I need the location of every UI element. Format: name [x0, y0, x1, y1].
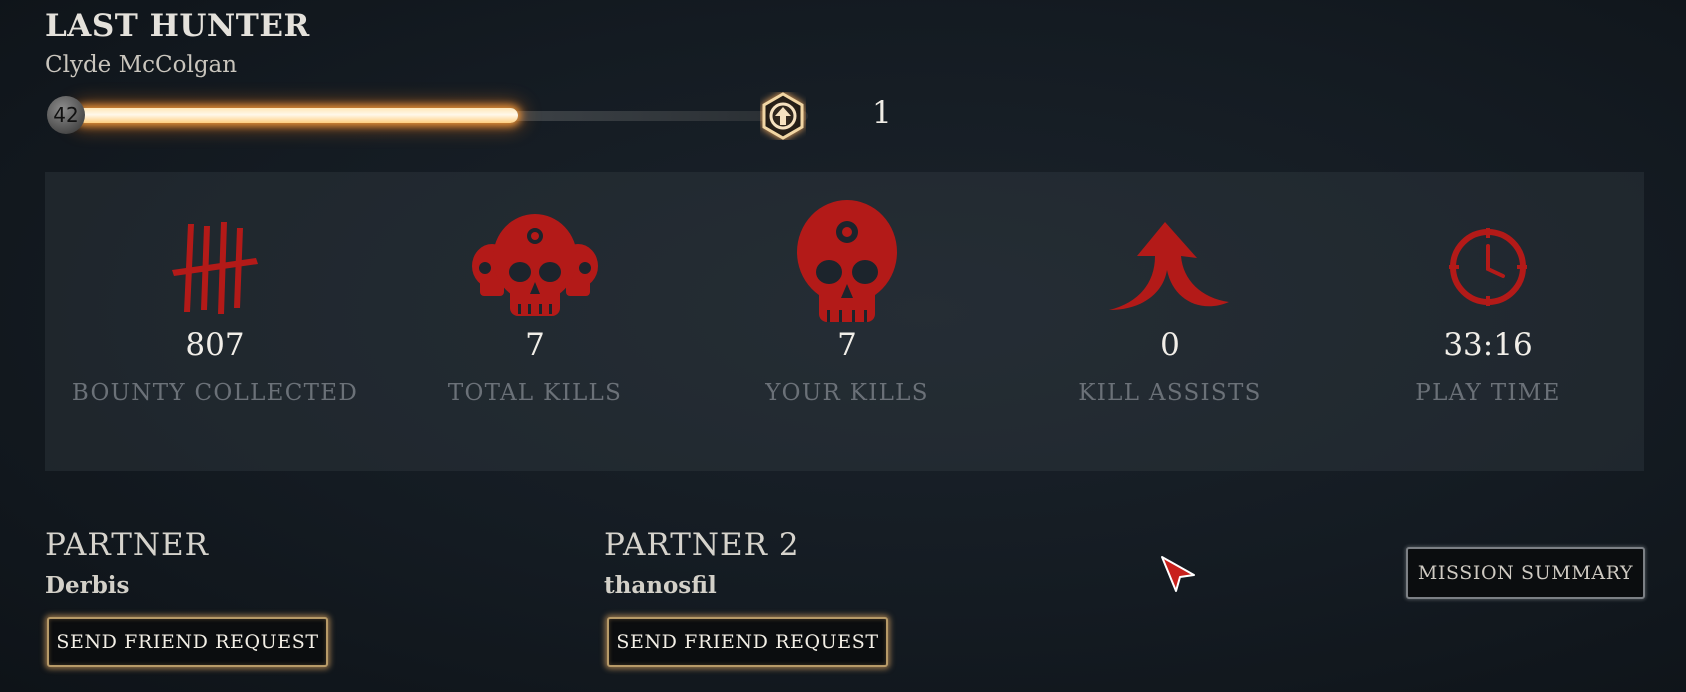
mouse-cursor-icon — [1161, 556, 1195, 592]
partner-2-name: thanosfil — [604, 572, 717, 599]
stat-value: 33:16 — [1443, 327, 1533, 363]
stat-value: 0 — [1160, 327, 1180, 363]
stat-value: 7 — [837, 327, 857, 363]
stat-your-kills: 7 YOUR KILLS — [697, 172, 997, 471]
clock-icon — [1449, 228, 1527, 306]
prestige-up-arrow-icon — [762, 92, 804, 140]
stat-total-kills: 7 TOTAL KILLS — [385, 172, 685, 471]
rank-title: LAST HUNTER — [45, 8, 310, 44]
partner-name: Derbis — [45, 572, 130, 599]
stat-value: 807 — [185, 327, 245, 363]
stat-label: TOTAL KILLS — [447, 380, 623, 406]
level-badge: 42 — [47, 96, 85, 134]
tally-marks-icon — [172, 222, 258, 314]
stat-bounty-collected: 807 BOUNTY COLLECTED — [65, 172, 365, 471]
mission-summary-button[interactable]: MISSION SUMMARY — [1406, 547, 1645, 599]
partner-heading: PARTNER — [45, 527, 209, 563]
stat-label: PLAY TIME — [1415, 380, 1561, 406]
xp-fill — [77, 108, 518, 123]
xp-progress-bar: 42 1 — [45, 92, 892, 140]
skull-icon — [797, 200, 897, 322]
partner-2-heading: PARTNER 2 — [604, 527, 800, 563]
stat-kill-assists: 0 KILL ASSISTS — [1020, 172, 1320, 471]
assist-arrow-icon — [1109, 222, 1229, 310]
stat-label: KILL ASSISTS — [1078, 380, 1262, 406]
send-friend-request-button[interactable]: SEND FRIEND REQUEST — [47, 617, 328, 667]
hunter-name: Clyde McColgan — [45, 52, 238, 78]
stats-panel: 807 BOUNTY COLLECTED 7 TOTAL KILLS 7 YOU… — [45, 172, 1644, 471]
skull-group-icon — [472, 214, 598, 316]
send-friend-request-button-2[interactable]: SEND FRIEND REQUEST — [607, 617, 888, 667]
stat-play-time: 33:16 PLAY TIME — [1338, 172, 1638, 471]
stat-label: YOUR KILLS — [765, 380, 929, 406]
stat-label: BOUNTY COLLECTED — [71, 380, 359, 406]
prestige-count: 1 — [872, 95, 892, 131]
stat-value: 7 — [525, 327, 545, 363]
